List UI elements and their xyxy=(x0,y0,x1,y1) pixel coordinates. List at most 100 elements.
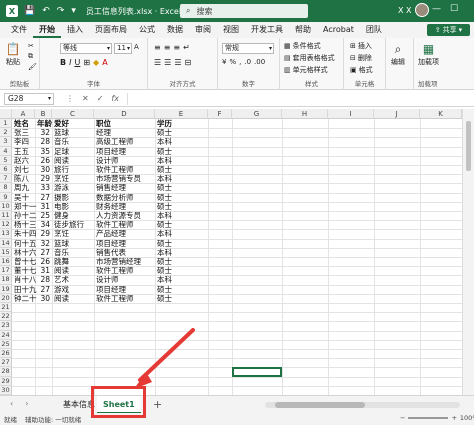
increase-decimal-icon[interactable]: .0 xyxy=(244,58,251,66)
cell[interactable]: 27 xyxy=(35,285,50,294)
cell[interactable]: 34 xyxy=(35,220,50,229)
cell[interactable]: 赵六 xyxy=(14,156,29,165)
cell[interactable]: 田十九 xyxy=(14,285,37,294)
row-header[interactable]: 15 xyxy=(0,247,12,257)
row-header[interactable]: 23 xyxy=(0,321,12,331)
cell[interactable]: 25 xyxy=(35,211,50,220)
maximize-icon[interactable]: ☐ xyxy=(450,4,458,14)
hscroll-thumb[interactable] xyxy=(275,402,365,408)
cell[interactable]: 钟二十 xyxy=(14,294,37,303)
row-header[interactable]: 20 xyxy=(0,293,12,303)
tab-11[interactable]: 团队 xyxy=(360,22,388,38)
cell[interactable]: 本科 xyxy=(157,248,172,257)
row-header[interactable]: 22 xyxy=(0,312,12,322)
row-header[interactable]: 19 xyxy=(0,284,12,294)
cell[interactable]: 徒步旅行 xyxy=(54,220,84,229)
cell[interactable]: 吴十 xyxy=(14,193,29,202)
column-header-c[interactable]: C xyxy=(52,109,94,119)
cell[interactable]: 陈八 xyxy=(14,174,29,183)
row-header[interactable]: 11 xyxy=(0,211,12,221)
bold-icon[interactable]: B xyxy=(60,58,66,67)
cell[interactable]: 姓名 xyxy=(14,119,29,128)
cell[interactable]: 游戏 xyxy=(54,285,69,294)
cell[interactable]: 学历 xyxy=(157,119,172,128)
cell[interactable]: 硕士 xyxy=(157,165,172,174)
cell[interactable]: 市场营销经理 xyxy=(96,257,141,266)
row-header[interactable]: 26 xyxy=(0,349,12,359)
column-header-e[interactable]: E xyxy=(155,109,208,119)
cell[interactable]: 阅读 xyxy=(54,266,69,275)
border-icon[interactable]: ⊞ xyxy=(83,58,90,67)
column-header-h[interactable]: H xyxy=(282,109,328,119)
minimize-icon[interactable]: — xyxy=(432,4,441,14)
align-left-icon[interactable]: ☰ xyxy=(154,58,161,67)
cell[interactable]: 28 xyxy=(35,275,50,284)
cell[interactable]: 26 xyxy=(35,257,50,266)
enter-icon[interactable]: ✓ xyxy=(97,94,104,103)
cell[interactable]: 市场营销专员 xyxy=(96,174,141,183)
cell[interactable]: 33 xyxy=(35,183,50,192)
cell[interactable]: 硕士 xyxy=(157,266,172,275)
cell[interactable]: 28 xyxy=(35,137,50,146)
autosave-icon[interactable]: 💾 xyxy=(24,6,35,16)
cell[interactable]: 销售代表 xyxy=(96,248,126,257)
cell[interactable]: 硕士 xyxy=(157,183,172,192)
cell[interactable]: 27 xyxy=(35,248,50,257)
align-middle-icon[interactable]: ≡ xyxy=(164,43,171,52)
delete-button[interactable]: ⊟ 删除 xyxy=(350,53,372,63)
column-header-i[interactable]: I xyxy=(328,109,374,119)
tab-9[interactable]: 帮助 xyxy=(289,22,317,38)
cell-style-button[interactable]: ▥ 单元格样式 xyxy=(284,65,328,75)
cell[interactable]: 31 xyxy=(35,202,50,211)
cell[interactable]: 软件工程师 xyxy=(96,294,134,303)
next-sheet-icon[interactable]: › xyxy=(25,399,28,408)
prev-sheet-icon[interactable]: ‹ xyxy=(10,399,13,408)
currency-icon[interactable]: ¥ xyxy=(222,58,226,66)
cell[interactable]: 项目经理 xyxy=(96,285,126,294)
tab-8[interactable]: 开发工具 xyxy=(245,22,289,38)
cell[interactable]: 烹饪 xyxy=(54,174,69,183)
row-header[interactable]: 13 xyxy=(0,229,12,239)
spreadsheet-grid[interactable]: A B C D E F G H I J K 1 2 3 4 5 6 7 8 9 10 11 12 13 14 15 16 17 18 19… xyxy=(0,109,470,395)
cell[interactable]: 跳舞 xyxy=(54,257,69,266)
addins-button[interactable]: ▦ 加载项 xyxy=(418,41,439,67)
number-format-select[interactable]: 常规 ▾ xyxy=(222,43,274,54)
cell[interactable]: 杨十三 xyxy=(14,220,37,229)
align-top-icon[interactable]: ≡ xyxy=(154,43,161,52)
scroll-thumb[interactable] xyxy=(466,121,471,171)
zoom-level[interactable]: 100% xyxy=(460,414,474,422)
merge-icon[interactable]: ⊟ xyxy=(185,58,192,67)
row-header[interactable]: 14 xyxy=(0,238,12,248)
cell[interactable]: 职位 xyxy=(96,119,111,128)
cell[interactable]: 销售经理 xyxy=(96,183,126,192)
italic-icon[interactable]: I xyxy=(69,58,71,67)
cancel-icon[interactable]: ✕ xyxy=(82,94,89,103)
customize-icon[interactable]: ▾ xyxy=(71,6,76,16)
cell[interactable]: 摄影 xyxy=(54,193,69,202)
conditional-format-button[interactable]: ▦ 条件格式 xyxy=(284,41,321,51)
row-header[interactable]: 16 xyxy=(0,257,12,267)
share-button[interactable]: ⇪ 共享 ▾ xyxy=(427,24,470,36)
cell[interactable]: 硕士 xyxy=(157,147,172,156)
table-format-button[interactable]: ▤ 套用表格格式 xyxy=(284,53,335,63)
undo-icon[interactable]: ↶ xyxy=(42,6,50,16)
cell[interactable]: 经理 xyxy=(96,128,111,137)
cell[interactable]: 本科 xyxy=(157,156,172,165)
cell[interactable]: 32 xyxy=(35,128,50,137)
cell[interactable]: 项目经理 xyxy=(96,239,126,248)
cell[interactable]: 32 xyxy=(35,239,50,248)
tab-6[interactable]: 审阅 xyxy=(189,22,217,38)
cell[interactable]: 游泳 xyxy=(54,183,69,192)
cell[interactable]: 硕士 xyxy=(157,193,172,202)
cell[interactable]: 35 xyxy=(35,147,50,156)
increase-font-icon[interactable]: A xyxy=(134,43,139,51)
cell[interactable]: 本科 xyxy=(157,174,172,183)
cell[interactable]: 30 xyxy=(35,165,50,174)
cell[interactable]: 本科 xyxy=(157,275,172,284)
format-button[interactable]: ▣ 格式 xyxy=(350,65,373,75)
decrease-decimal-icon[interactable]: .00 xyxy=(254,58,265,66)
tab-0[interactable]: 文件 xyxy=(5,22,33,38)
copy-icon[interactable]: ⧉ xyxy=(28,52,37,61)
vertical-scrollbar[interactable] xyxy=(462,109,474,395)
cell[interactable]: 项目经理 xyxy=(96,147,126,156)
